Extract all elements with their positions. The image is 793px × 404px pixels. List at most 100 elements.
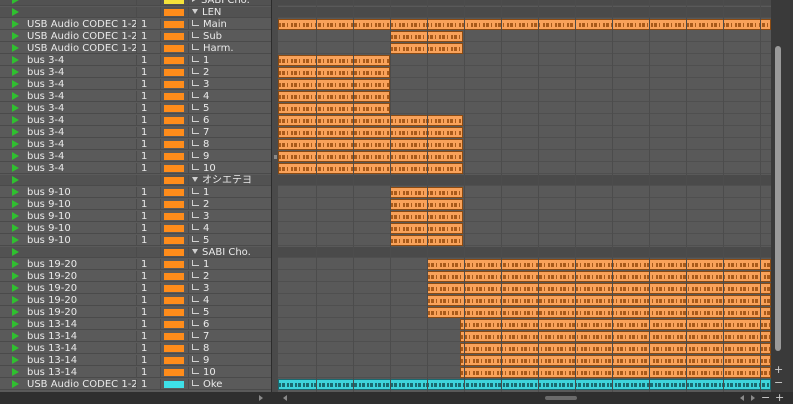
track-name[interactable]: 8 (192, 139, 209, 150)
track-name[interactable]: 5 (192, 307, 209, 318)
track-color-swatch[interactable] (164, 225, 184, 232)
track-row[interactable]: bus 13-14 1 7 (0, 331, 271, 342)
play-icon[interactable] (12, 368, 19, 376)
track-name[interactable]: 4 (192, 91, 209, 102)
track-input[interactable]: bus 3-4 (27, 139, 64, 150)
play-icon[interactable] (12, 44, 19, 52)
track-name[interactable]: 10 (192, 163, 216, 174)
track-lane[interactable] (278, 247, 771, 258)
track-row[interactable]: bus 13-14 1 8 (0, 343, 271, 354)
track-channel[interactable]: 1 (141, 67, 147, 78)
play-icon[interactable] (12, 320, 19, 328)
track-color-swatch[interactable] (164, 309, 184, 316)
play-icon[interactable] (12, 188, 19, 196)
track-channel[interactable]: 1 (141, 307, 147, 318)
play-icon[interactable] (12, 20, 19, 28)
audio-clip[interactable] (278, 103, 390, 114)
play-icon[interactable] (12, 176, 19, 184)
track-color-swatch[interactable] (164, 165, 184, 172)
audio-clip[interactable] (278, 139, 463, 150)
track-row[interactable]: bus 3-4 1 3 (0, 79, 271, 90)
track-color-swatch[interactable] (164, 297, 184, 304)
track-input[interactable]: bus 3-4 (27, 127, 64, 138)
track-row[interactable]: USB Audio CODEC 1-2 1 Harm. (0, 43, 271, 54)
track-row[interactable]: bus 13-14 1 6 (0, 319, 271, 330)
track-name[interactable]: 4 (192, 223, 209, 234)
track-lane[interactable] (278, 31, 771, 42)
track-color-swatch[interactable] (164, 141, 184, 148)
track-row[interactable]: bus 9-10 1 5 (0, 235, 271, 246)
track-channel[interactable]: 1 (141, 379, 147, 390)
track-color-swatch[interactable] (164, 9, 184, 16)
play-icon[interactable] (12, 296, 19, 304)
scroll-left-icon[interactable] (283, 395, 287, 401)
play-icon[interactable] (12, 284, 19, 292)
horizontal-scrollbar[interactable]: − + (0, 391, 793, 404)
track-input[interactable]: bus 3-4 (27, 91, 64, 102)
track-input[interactable]: bus 13-14 (27, 355, 77, 366)
track-channel[interactable]: 1 (141, 55, 147, 66)
track-channel[interactable]: 1 (141, 43, 147, 54)
play-icon[interactable] (12, 260, 19, 268)
track-channel[interactable]: 1 (141, 355, 147, 366)
track-input[interactable]: USB Audio CODEC 1-2 (27, 379, 138, 390)
track-name[interactable]: 8 (192, 343, 209, 354)
play-icon[interactable] (12, 8, 19, 16)
arrangement-view[interactable] (278, 0, 771, 392)
track-color-swatch[interactable] (164, 345, 184, 352)
track-input[interactable]: bus 3-4 (27, 151, 64, 162)
play-icon[interactable] (12, 116, 19, 124)
track-name[interactable]: 1 (192, 187, 209, 198)
play-icon[interactable] (12, 92, 19, 100)
track-name[interactable]: 7 (192, 127, 209, 138)
track-color-swatch[interactable] (164, 285, 184, 292)
track-color-swatch[interactable] (164, 369, 184, 376)
play-icon[interactable] (12, 356, 19, 364)
track-color-swatch[interactable] (164, 381, 184, 388)
track-name[interactable]: 6 (192, 115, 209, 126)
track-lane[interactable] (278, 7, 771, 18)
track-row[interactable]: bus 3-4 1 8 (0, 139, 271, 150)
track-name[interactable]: 9 (192, 355, 209, 366)
track-channel[interactable]: 1 (141, 163, 147, 174)
play-icon[interactable] (12, 236, 19, 244)
track-row[interactable]: bus 19-20 1 3 (0, 283, 271, 294)
track-color-swatch[interactable] (164, 177, 184, 184)
track-input[interactable]: bus 3-4 (27, 163, 64, 174)
play-icon[interactable] (12, 140, 19, 148)
play-icon[interactable] (12, 224, 19, 232)
track-channel[interactable]: 1 (141, 331, 147, 342)
audio-clip[interactable] (460, 355, 771, 366)
track-name[interactable]: Main (192, 19, 227, 30)
track-name[interactable]: 7 (192, 331, 209, 342)
track-name[interactable]: LEN (192, 7, 221, 18)
track-color-swatch[interactable] (164, 261, 184, 268)
play-icon[interactable] (12, 308, 19, 316)
track-color-swatch[interactable] (164, 321, 184, 328)
track-channel[interactable]: 1 (141, 235, 147, 246)
track-channel[interactable]: 1 (141, 283, 147, 294)
track-color-swatch[interactable] (164, 57, 184, 64)
audio-clip[interactable] (460, 331, 771, 342)
audio-clip[interactable] (278, 379, 771, 390)
track-row[interactable]: bus 19-20 1 2 (0, 271, 271, 282)
track-color-swatch[interactable] (164, 117, 184, 124)
audio-clip[interactable] (427, 259, 771, 270)
audio-clip[interactable] (460, 367, 771, 378)
track-row[interactable]: bus 13-14 1 10 (0, 367, 271, 378)
track-channel[interactable]: 1 (141, 319, 147, 330)
track-lane[interactable] (278, 187, 771, 198)
track-channel[interactable]: 1 (141, 271, 147, 282)
track-row[interactable]: bus 3-4 1 6 (0, 115, 271, 126)
track-color-swatch[interactable] (164, 69, 184, 76)
track-channel[interactable]: 1 (141, 115, 147, 126)
track-input[interactable]: bus 9-10 (27, 199, 71, 210)
track-name[interactable]: 3 (192, 283, 209, 294)
scroll-right-icon[interactable] (751, 395, 755, 401)
track-lane[interactable] (278, 235, 771, 246)
track-color-swatch[interactable] (164, 81, 184, 88)
audio-clip[interactable] (427, 295, 771, 306)
track-color-swatch[interactable] (164, 153, 184, 160)
track-color-swatch[interactable] (164, 0, 184, 4)
track-channel[interactable]: 1 (141, 91, 147, 102)
